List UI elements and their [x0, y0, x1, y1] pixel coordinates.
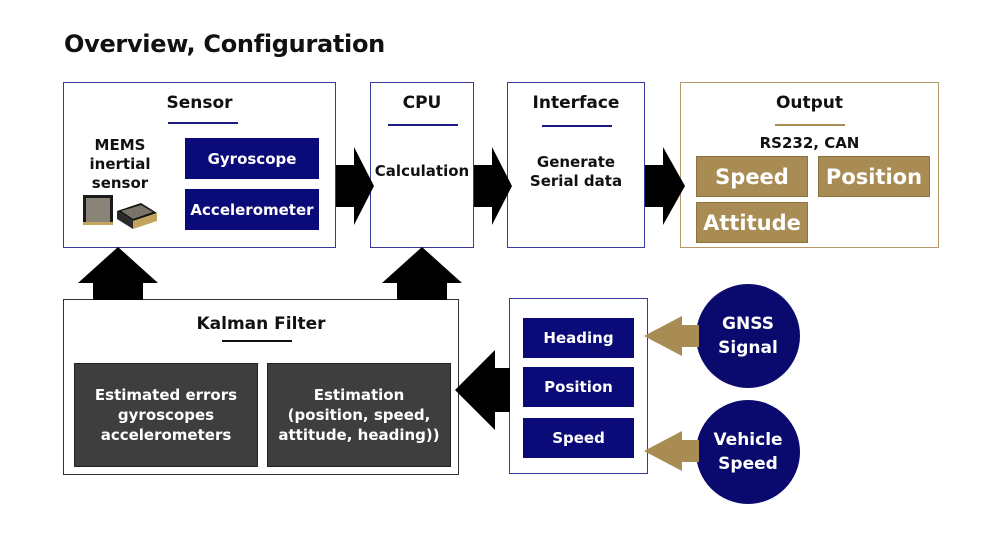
estimated-errors-block: Estimated errors gyroscopes acceleromete… — [74, 363, 258, 467]
gyroscope-block: Gyroscope — [185, 138, 319, 179]
sensor-title: Sensor — [166, 93, 233, 113]
interface-title-underline — [542, 125, 612, 127]
output-attitude: Attitude — [696, 202, 808, 243]
cpu-title: CPU — [402, 93, 442, 113]
output-speed: Speed — [696, 156, 808, 197]
gnss-signal-source: GNSS Signal — [696, 284, 800, 388]
inputs-box: Heading Position Speed — [509, 298, 648, 474]
arrow-kalman-to-sensor — [78, 247, 158, 300]
chip-1 — [83, 195, 113, 225]
output-subtitle: RS232, CAN — [759, 134, 860, 152]
accelerometer-block: Accelerometer — [185, 189, 319, 230]
output-title-underline — [775, 124, 845, 126]
sensor-title-underline — [168, 122, 238, 124]
page-title: Overview, Configuration — [64, 30, 385, 58]
kalman-title-underline — [222, 340, 292, 342]
cpu-title-underline — [388, 124, 458, 126]
arrow-sensor-to-cpu — [336, 147, 374, 225]
vehicle-speed-source: Vehicle Speed — [696, 400, 800, 504]
interface-body: Generate Serial data — [529, 153, 623, 190]
interface-box: Interface Generate Serial data — [507, 82, 645, 248]
cpu-box: CPU Calculation — [370, 82, 474, 248]
estimation-block: Estimation (position, speed, attitude, h… — [267, 363, 451, 467]
mems-chip-image — [83, 195, 157, 229]
cpu-body: Calculation — [374, 162, 470, 180]
output-box: Output RS232, CAN Speed Position Attitud… — [680, 82, 939, 248]
input-speed: Speed — [523, 418, 634, 458]
mems-label: MEMS inertial sensor — [89, 136, 151, 192]
sensor-box: Sensor MEMS inertial sensor Gyroscope Ac… — [63, 82, 336, 248]
arrow-gnss-to-heading — [644, 316, 699, 356]
arrow-cpu-to-interface — [474, 147, 512, 225]
kalman-title: Kalman Filter — [196, 314, 326, 334]
input-position: Position — [523, 367, 634, 407]
input-heading: Heading — [523, 318, 634, 358]
chip-2 — [117, 203, 157, 229]
arrow-vehicle-speed-to-speed — [644, 431, 699, 471]
kalman-filter-box: Kalman Filter Estimated errors gyroscope… — [63, 299, 459, 475]
arrow-kalman-to-cpu — [382, 247, 462, 300]
interface-title: Interface — [532, 93, 620, 113]
arrow-inputs-to-kalman — [455, 350, 510, 430]
output-position: Position — [818, 156, 930, 197]
output-title: Output — [775, 93, 844, 113]
arrow-interface-to-output — [645, 147, 685, 225]
